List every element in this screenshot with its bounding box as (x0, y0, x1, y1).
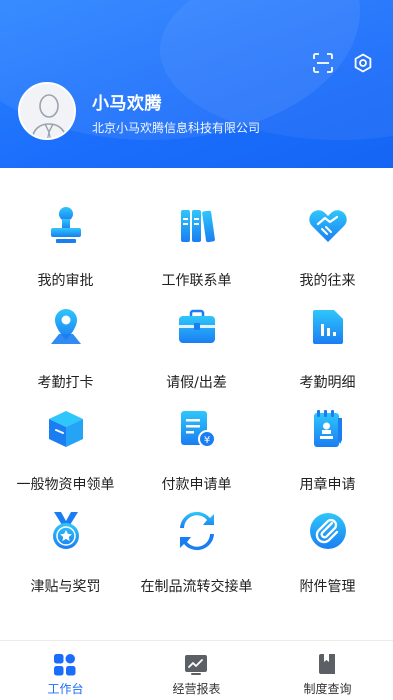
payment-form-icon: ¥ (176, 408, 218, 450)
menu-item-label: 工作联系单 (161, 273, 232, 289)
settings-icon[interactable] (350, 50, 376, 76)
menu-item-work-contact[interactable]: 工作联系单 (131, 200, 262, 290)
menu-item-label: 用章申请 (299, 477, 356, 493)
menu-item-label: 考勤明细 (299, 375, 356, 391)
menu-item-leave-trip[interactable]: 请假/出差 (131, 302, 262, 392)
handshake-icon (307, 204, 349, 246)
workbench-icon (53, 653, 77, 677)
workbench-page: 小马欢腾 北京小马欢腾信息科技有限公司 我的审批 工作联系单 我的往来 考勤打卡… (0, 0, 393, 700)
document-chart-icon (307, 306, 349, 348)
briefcase-icon (176, 306, 218, 348)
tab-workbench[interactable]: 工作台 (0, 641, 131, 700)
tab-label: 经营报表 (172, 682, 221, 696)
menu-item-attendance-detail[interactable]: 考勤明细 (262, 302, 393, 392)
tab-label: 工作台 (47, 682, 84, 696)
scan-icon[interactable] (310, 50, 336, 76)
menu-item-label: 考勤打卡 (37, 375, 94, 391)
menu-item-wip-handover[interactable]: 在制品流转交接单 (131, 506, 262, 596)
location-pin-icon (45, 306, 87, 348)
menu-item-label: 我的审批 (37, 273, 94, 289)
tab-label: 制度查询 (303, 682, 352, 696)
menu-item-my-dealings[interactable]: 我的往来 (262, 200, 393, 290)
binders-icon (176, 204, 218, 246)
tab-policy-query[interactable]: 制度查询 (262, 641, 393, 700)
report-chart-icon (184, 653, 208, 677)
menu-item-seal-request[interactable]: 用章申请 (262, 404, 393, 494)
menu-item-label: 一般物资申领单 (16, 477, 115, 493)
rulebook-icon (315, 653, 339, 677)
stamp-icon (45, 204, 87, 246)
paperclip-icon (307, 510, 349, 552)
avatar[interactable] (18, 82, 76, 140)
menu-item-attendance-clockin[interactable]: 考勤打卡 (0, 302, 131, 392)
menu-item-label: 津贴与奖罚 (30, 579, 101, 595)
medal-icon (45, 510, 87, 552)
menu-item-attachment-management[interactable]: 附件管理 (262, 506, 393, 596)
company-name: 北京小马欢腾信息科技有限公司 (92, 121, 261, 135)
menu-item-label: 请假/出差 (166, 375, 227, 391)
seal-notebook-icon (307, 408, 349, 450)
tab-business-reports[interactable]: 经营报表 (131, 641, 262, 700)
menu-item-allowance-rewards[interactable]: 津贴与奖罚 (0, 506, 131, 596)
menu-item-payment-request[interactable]: ¥ 付款申请单 (131, 404, 262, 494)
profile-header: 小马欢腾 北京小马欢腾信息科技有限公司 (0, 0, 393, 168)
menu-item-label: 我的往来 (299, 273, 356, 289)
menu-item-my-approval[interactable]: 我的审批 (0, 200, 131, 290)
refresh-icon (176, 510, 218, 552)
box-icon (45, 408, 87, 450)
menu-item-label: 付款申请单 (161, 477, 232, 493)
svg-text:¥: ¥ (204, 435, 210, 446)
menu-item-label: 附件管理 (299, 579, 356, 595)
user-name: 小马欢腾 (92, 94, 162, 114)
menu-item-material-requisition[interactable]: 一般物资申领单 (0, 404, 131, 494)
menu-item-label: 在制品流转交接单 (140, 579, 253, 595)
bottom-tab-bar: 工作台 经营报表 制度查询 (0, 640, 393, 700)
